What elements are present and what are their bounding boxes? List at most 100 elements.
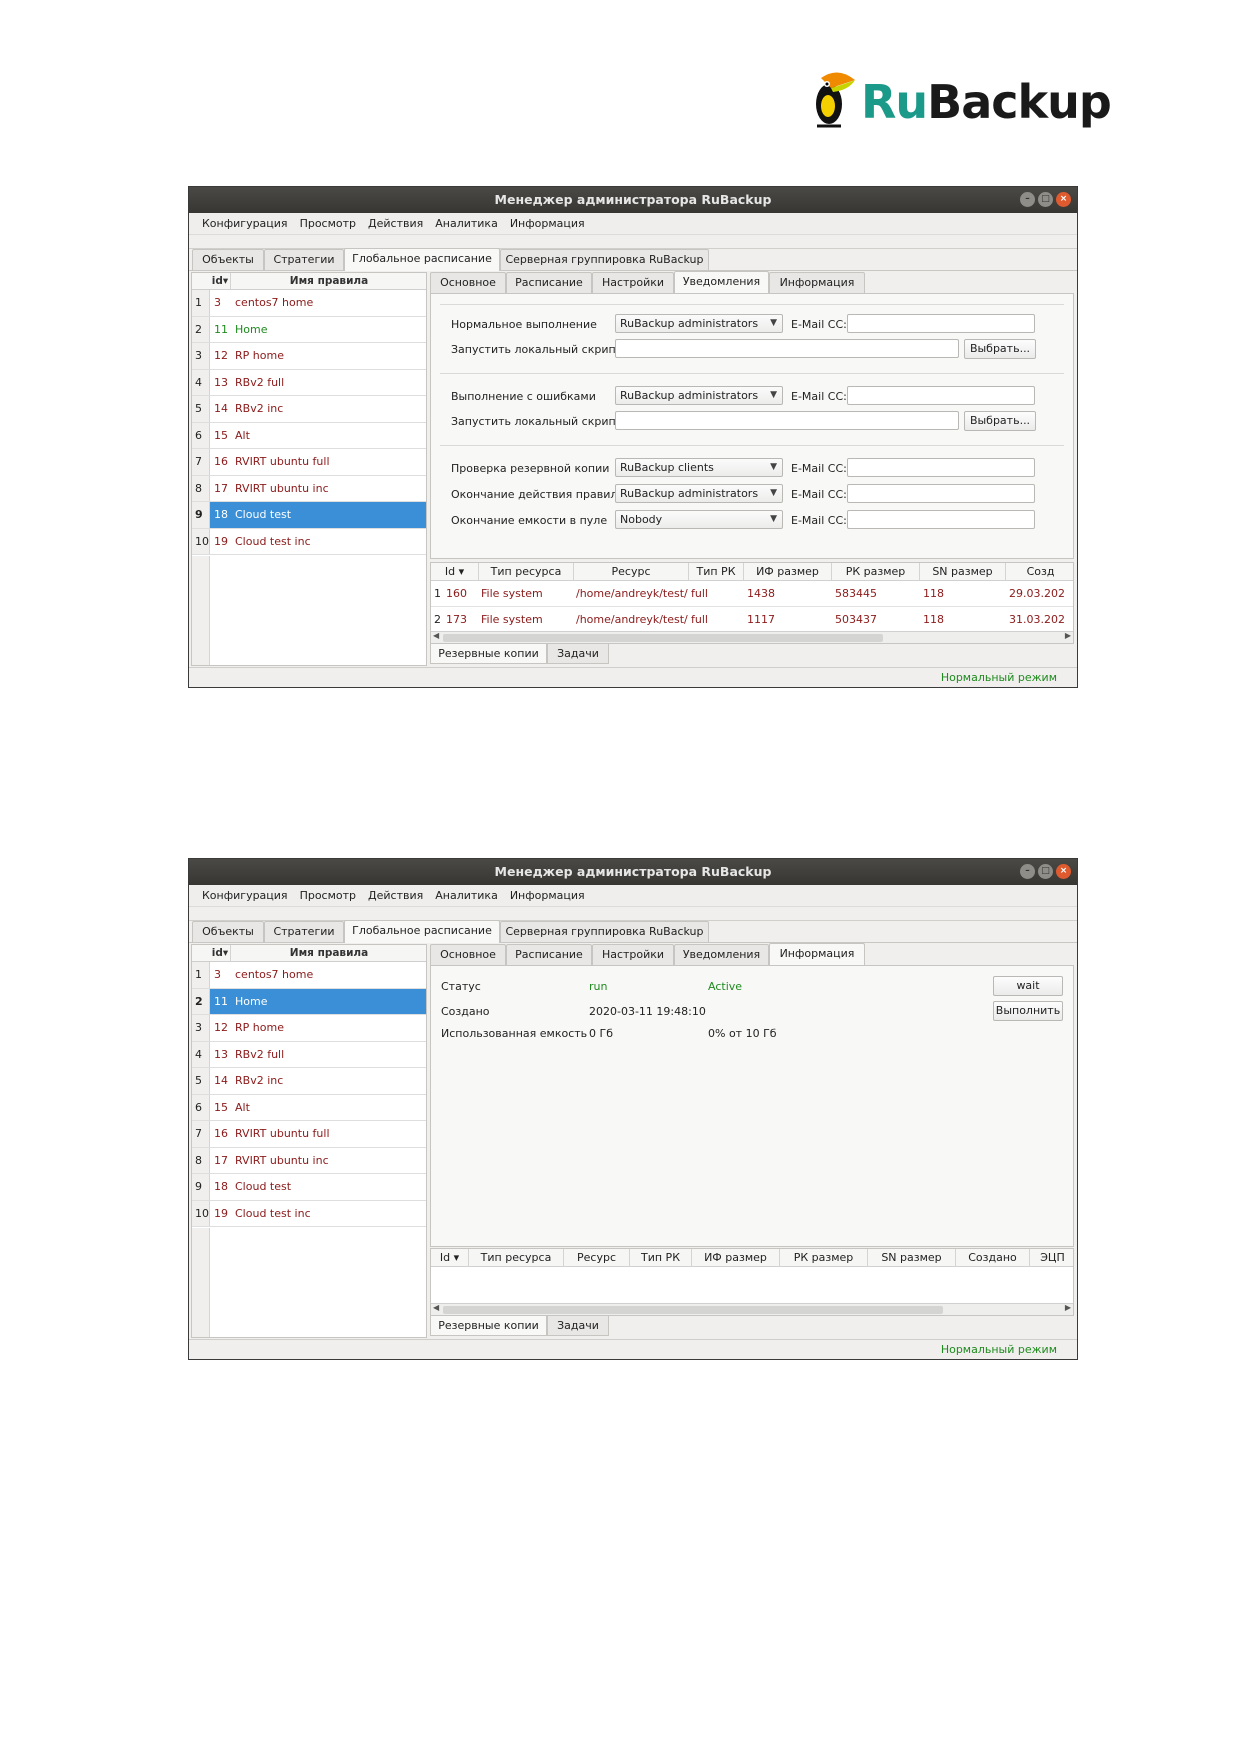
tab-notifications[interactable]: Уведомления	[674, 944, 769, 965]
rule-row[interactable]: 6 15 Alt	[192, 422, 426, 449]
rule-row[interactable]: 8 17 RVIRT ubuntu inc	[192, 1147, 426, 1174]
rule-row[interactable]: 4 13 RBv2 full	[192, 1041, 426, 1068]
tab-settings[interactable]: Настройки	[592, 944, 674, 965]
errors-script-input[interactable]	[615, 411, 959, 430]
rule-row[interactable]: 5 14 RBv2 inc	[192, 1068, 426, 1095]
menu-configuration[interactable]: Конфигурация	[197, 213, 295, 234]
tab-objects[interactable]: Объекты	[192, 921, 264, 942]
tab-main[interactable]: Основное	[430, 272, 506, 293]
col-id-header[interactable]: Id ▾	[431, 563, 479, 581]
check-email-cc-input[interactable]	[847, 458, 1035, 477]
tab-schedule[interactable]: Расписание	[506, 272, 592, 293]
rule-row[interactable]: 1 3 centos7 home	[192, 290, 426, 317]
tab-settings[interactable]: Настройки	[592, 272, 674, 293]
col-backup-type-header[interactable]: Тип РК	[630, 1249, 692, 1267]
rule-row[interactable]: 7 16 RVIRT ubuntu full	[192, 449, 426, 476]
rule-row[interactable]: 4 13 RBv2 full	[192, 369, 426, 396]
rule-expire-select[interactable]: RuBackup administrators ▼	[615, 484, 783, 503]
tab-main[interactable]: Основное	[430, 944, 506, 965]
rule-row[interactable]: 9 18 Cloud test	[192, 1174, 426, 1201]
normal-exec-select[interactable]: RuBackup administrators ▼	[615, 314, 783, 333]
minimize-icon[interactable]: –	[1020, 192, 1035, 207]
rule-row[interactable]: 3 12 RP home	[192, 343, 426, 370]
errors-email-cc-input[interactable]	[847, 386, 1035, 405]
rule-row[interactable]: 10 19 Cloud test inc	[192, 528, 426, 555]
window-titlebar[interactable]: Менеджер администратора RuBackup – □ ×	[189, 859, 1077, 885]
col-rule-name-header[interactable]: Имя правила	[232, 273, 426, 290]
menu-analytics[interactable]: Аналитика	[430, 213, 505, 234]
menu-actions[interactable]: Действия	[363, 885, 430, 906]
choose-script-button[interactable]: Выбрать...	[964, 339, 1036, 359]
close-icon[interactable]: ×	[1056, 864, 1071, 879]
normal-script-input[interactable]	[615, 339, 959, 358]
menu-information[interactable]: Информация	[505, 885, 592, 906]
col-if-size-header[interactable]: ИФ размер	[744, 563, 832, 581]
tab-strategies[interactable]: Стратегии	[264, 921, 344, 942]
errors-exec-select[interactable]: RuBackup administrators ▼	[615, 386, 783, 405]
close-icon[interactable]: ×	[1056, 192, 1071, 207]
rule-row[interactable]: 8 17 RVIRT ubuntu inc	[192, 475, 426, 502]
backup-check-select[interactable]: RuBackup clients ▼	[615, 458, 783, 477]
rule-row[interactable]: 5 14 RBv2 inc	[192, 396, 426, 423]
col-resource-type-header[interactable]: Тип ресурса	[469, 1249, 564, 1267]
col-id-header[interactable]: id▾	[210, 273, 231, 290]
wait-button[interactable]: wait	[993, 976, 1063, 996]
pool-email-cc-input[interactable]	[847, 510, 1035, 529]
tab-backups[interactable]: Резервные копии	[430, 1316, 547, 1336]
table-row[interactable]: 2 173 File system /home/andreyk/test/ fu…	[431, 607, 1073, 633]
rule-row-selected[interactable]: 2 11 Home	[192, 988, 426, 1015]
tab-server-grouping[interactable]: Серверная группировка RuBackup	[500, 249, 709, 270]
rule-row[interactable]: 1 3 centos7 home	[192, 962, 426, 989]
tab-server-grouping[interactable]: Серверная группировка RuBackup	[500, 921, 709, 942]
expire-email-cc-input[interactable]	[847, 484, 1035, 503]
col-id-header[interactable]: Id ▾	[431, 1249, 469, 1267]
col-created-header[interactable]: Созд	[1006, 563, 1073, 581]
tab-strategies[interactable]: Стратегии	[264, 249, 344, 270]
col-signature-header[interactable]: ЭЦП	[1030, 1249, 1073, 1267]
col-resource-type-header[interactable]: Тип ресурса	[479, 563, 574, 581]
col-sn-size-header[interactable]: SN размер	[920, 563, 1006, 581]
menu-configuration[interactable]: Конфигурация	[197, 885, 295, 906]
rule-row[interactable]: 7 16 RVIRT ubuntu full	[192, 1121, 426, 1148]
menu-view[interactable]: Просмотр	[295, 213, 363, 234]
col-created-header[interactable]: Создано	[956, 1249, 1030, 1267]
tab-tasks[interactable]: Задачи	[547, 1316, 609, 1336]
col-rule-name-header[interactable]: Имя правила	[232, 945, 426, 962]
col-id-header[interactable]: id▾	[210, 945, 231, 962]
tab-global-schedule[interactable]: Глобальное расписание	[344, 920, 500, 943]
tab-schedule[interactable]: Расписание	[506, 944, 592, 965]
col-if-size-header[interactable]: ИФ размер	[692, 1249, 780, 1267]
menu-analytics[interactable]: Аналитика	[430, 885, 505, 906]
col-resource-header[interactable]: Ресурс	[574, 563, 689, 581]
execute-button[interactable]: Выполнить	[993, 1001, 1063, 1021]
tab-backups[interactable]: Резервные копии	[430, 644, 547, 664]
tab-tasks[interactable]: Задачи	[547, 644, 609, 664]
pool-capacity-select[interactable]: Nobody ▼	[615, 510, 783, 529]
horizontal-scrollbar[interactable]: ◀ ▶	[431, 1303, 1073, 1315]
table-row[interactable]: 1 160 File system /home/andreyk/test/ fu…	[431, 581, 1073, 607]
rule-row-selected[interactable]: 9 18 Cloud test	[192, 502, 426, 529]
tab-information[interactable]: Информация	[769, 272, 865, 293]
rule-row[interactable]: 10 19 Cloud test inc	[192, 1200, 426, 1227]
rule-row[interactable]: 6 15 Alt	[192, 1094, 426, 1121]
normal-email-cc-input[interactable]	[847, 314, 1035, 333]
menu-information[interactable]: Информация	[505, 213, 592, 234]
menu-actions[interactable]: Действия	[363, 213, 430, 234]
col-sn-size-header[interactable]: SN размер	[868, 1249, 956, 1267]
rule-row[interactable]: 3 12 RP home	[192, 1015, 426, 1042]
choose-script-button[interactable]: Выбрать...	[964, 411, 1036, 431]
tab-information[interactable]: Информация	[769, 943, 865, 966]
tab-notifications[interactable]: Уведомления	[674, 271, 769, 294]
tab-global-schedule[interactable]: Глобальное расписание	[344, 248, 500, 271]
col-rk-size-header[interactable]: РК размер	[832, 563, 920, 581]
minimize-icon[interactable]: –	[1020, 864, 1035, 879]
rule-row[interactable]: 2 11 Home	[192, 316, 426, 343]
col-backup-type-header[interactable]: Тип РК	[689, 563, 744, 581]
horizontal-scrollbar[interactable]: ◀ ▶	[431, 631, 1073, 643]
maximize-icon[interactable]: □	[1038, 864, 1053, 879]
col-resource-header[interactable]: Ресурс	[564, 1249, 630, 1267]
window-titlebar[interactable]: Менеджер администратора RuBackup – □ ×	[189, 187, 1077, 213]
maximize-icon[interactable]: □	[1038, 192, 1053, 207]
menu-view[interactable]: Просмотр	[295, 885, 363, 906]
col-rk-size-header[interactable]: РК размер	[780, 1249, 868, 1267]
